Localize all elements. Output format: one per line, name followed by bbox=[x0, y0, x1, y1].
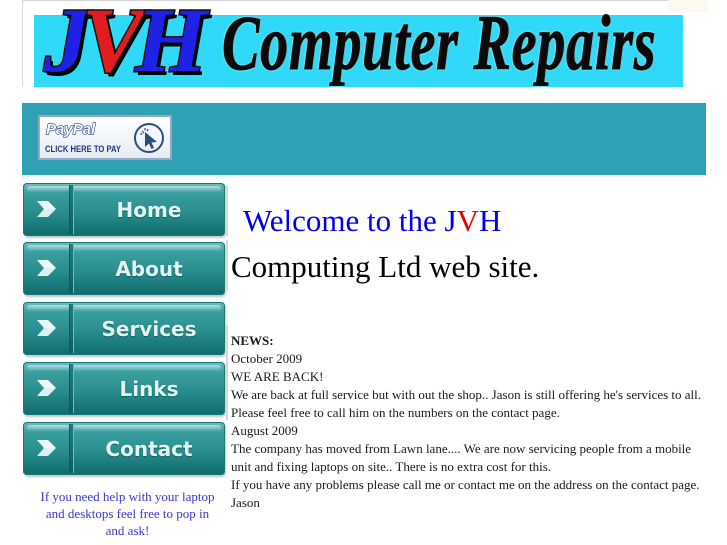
news-date: August 2009 bbox=[231, 423, 298, 438]
news-headline: WE ARE BACK! bbox=[231, 369, 324, 384]
nav-contact-label: Contact bbox=[105, 436, 193, 461]
paypal-pay-button[interactable]: PayPal CLICK HERE TO PAY bbox=[38, 115, 172, 160]
nav-home-label: Home bbox=[116, 197, 182, 222]
logo-letter-h: H bbox=[134, 0, 208, 91]
news-body: If you have any problems please call me … bbox=[231, 477, 700, 492]
chevron-right-icon bbox=[37, 440, 56, 456]
nav-links-button[interactable]: Links bbox=[23, 362, 225, 415]
news-body: The company has moved from Lawn lane....… bbox=[231, 441, 692, 474]
site-title: Computer Repairs bbox=[222, 0, 657, 86]
logo-letter-v: V bbox=[80, 0, 144, 91]
news-title: NEWS: bbox=[231, 333, 274, 348]
news-date: October 2009 bbox=[231, 351, 303, 366]
nav-contact-button[interactable]: Contact bbox=[23, 422, 225, 475]
chevron-right-icon bbox=[37, 201, 56, 217]
nav-links-label: Links bbox=[119, 376, 179, 401]
content-divider bbox=[226, 325, 228, 420]
logo-letter-j: J bbox=[43, 0, 92, 91]
news-section: NEWS: October 2009 WE ARE BACK! We are b… bbox=[231, 332, 711, 512]
content-divider bbox=[226, 240, 228, 290]
corner-decoration bbox=[668, 0, 708, 12]
news-signature: Jason bbox=[231, 495, 260, 510]
paypal-logo: PayPal bbox=[45, 120, 96, 138]
jvh-logo: JVH bbox=[43, 0, 209, 88]
help-text: If you need help with your laptop and de… bbox=[40, 489, 215, 538]
welcome-letter-v: V bbox=[456, 203, 479, 238]
welcome-heading: Welcome to the JVH bbox=[243, 205, 501, 236]
nav-home-button[interactable]: Home bbox=[23, 183, 225, 236]
nav-about-label: About bbox=[115, 256, 183, 281]
cursor-click-icon bbox=[134, 123, 164, 153]
nav-services-button[interactable]: Services bbox=[23, 302, 225, 355]
content-divider bbox=[226, 186, 228, 236]
paypal-cta-label: CLICK HERE TO PAY bbox=[45, 144, 121, 154]
nav-about-button[interactable]: About bbox=[23, 242, 225, 295]
chevron-right-icon bbox=[37, 260, 56, 276]
chevron-right-icon bbox=[37, 320, 56, 336]
welcome-letter-j: J bbox=[444, 203, 457, 238]
nav-services-label: Services bbox=[101, 316, 197, 341]
welcome-letter-h: H bbox=[478, 203, 502, 238]
welcome-prefix: Welcome to the bbox=[243, 203, 445, 238]
news-body: We are back at full service but with out… bbox=[231, 387, 702, 420]
welcome-subheading: Computing Ltd web site. bbox=[231, 249, 540, 284]
chevron-right-icon bbox=[37, 380, 56, 396]
